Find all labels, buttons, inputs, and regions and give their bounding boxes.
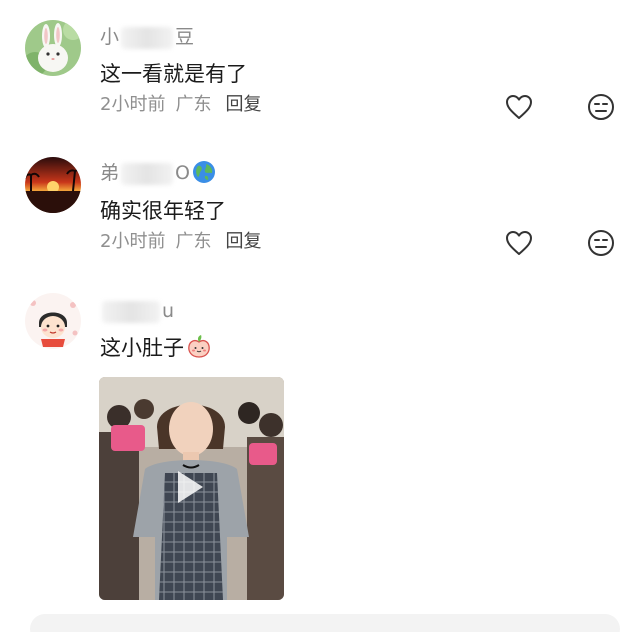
like-heart-icon: [506, 231, 532, 255]
comment-text-body: 这小肚子: [100, 336, 184, 360]
dislike-face-icon: [588, 94, 614, 120]
username-end: O: [175, 162, 190, 184]
avatar-sunset[interactable]: [25, 157, 81, 213]
comment-time: 2小时前: [100, 231, 166, 252]
username[interactable]: 小豆: [100, 24, 194, 50]
reply-input-bar[interactable]: [30, 614, 620, 632]
comment-meta: 2小时前 广东 回复: [100, 229, 261, 255]
globe-emoji-icon: [192, 161, 215, 183]
dislike-button[interactable]: [587, 229, 615, 257]
comment-location: 广东: [175, 94, 212, 115]
comment-location: 广东: [175, 231, 212, 252]
username-redaction: [102, 300, 160, 323]
dislike-face-icon: [588, 230, 614, 256]
dislike-button[interactable]: [587, 93, 615, 121]
cartoon-girl-avatar-image: [25, 293, 81, 349]
reply-button[interactable]: 回复: [225, 94, 261, 115]
username-end: u: [162, 300, 175, 322]
username[interactable]: u: [100, 298, 174, 324]
comment-text: 这小肚子: [100, 333, 212, 363]
username-start: 弟: [100, 162, 120, 184]
peach-emoji-icon: [188, 335, 210, 358]
play-icon[interactable]: [175, 469, 205, 505]
comment-text: 确实很年轻了: [100, 199, 226, 223]
comment-text: 这一看就是有了: [100, 62, 247, 86]
comment-time: 2小时前: [100, 94, 166, 115]
reply-button[interactable]: 回复: [225, 231, 261, 252]
username-redaction: [121, 162, 174, 185]
like-heart-icon: [506, 95, 532, 119]
username-end: 豆: [175, 26, 195, 48]
like-button[interactable]: [505, 94, 533, 120]
username[interactable]: 弟O: [100, 160, 216, 186]
comment-meta: 2小时前 广东 回复: [100, 92, 261, 118]
attached-photo[interactable]: [99, 377, 284, 600]
sunset-avatar-image: [25, 157, 81, 213]
username-redaction: [121, 26, 174, 49]
username-start: 小: [100, 26, 120, 48]
rabbit-avatar-image: [25, 20, 81, 76]
avatar-rabbit[interactable]: [25, 20, 81, 76]
like-button[interactable]: [505, 230, 533, 256]
avatar-cartoon-girl[interactable]: [25, 293, 81, 349]
